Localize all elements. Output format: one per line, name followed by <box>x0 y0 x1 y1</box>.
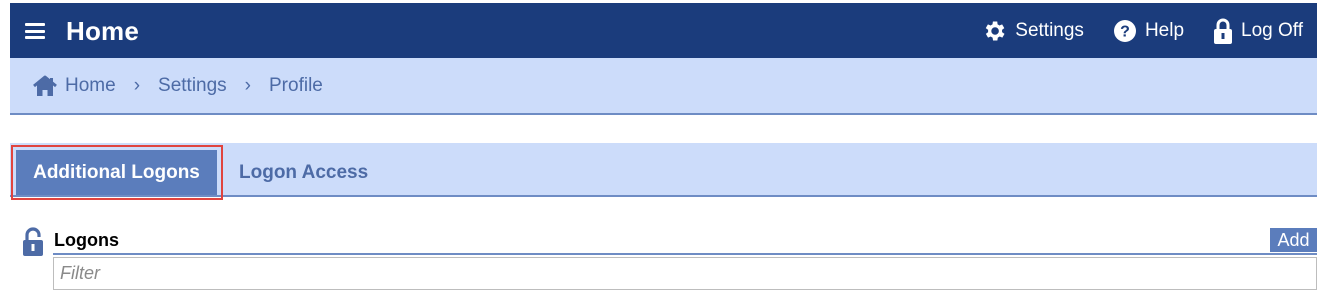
svg-text:?: ? <box>1120 23 1130 40</box>
breadcrumb-profile-label: Profile <box>269 74 323 96</box>
help-link[interactable]: ? Help <box>1113 19 1184 43</box>
chevron-right-icon: › <box>133 74 141 96</box>
breadcrumb-settings[interactable]: Settings <box>158 75 227 97</box>
breadcrumb: Home › Settings › Profile <box>10 58 1317 115</box>
logoff-link[interactable]: Log Off <box>1213 17 1303 45</box>
filter-input[interactable] <box>53 257 1317 290</box>
settings-link[interactable]: Settings <box>981 18 1084 44</box>
add-button[interactable]: Add <box>1270 228 1317 252</box>
tab-additional-logons[interactable]: Additional Logons <box>16 150 217 195</box>
gear-icon <box>986 20 1005 41</box>
tab-logon-access[interactable]: Logon Access <box>239 150 368 195</box>
breadcrumb-settings-label: Settings <box>158 74 227 96</box>
header-actions: Settings ? Help Log Off <box>952 3 1303 58</box>
chevron-right-icon: › <box>244 74 251 96</box>
app-header: Home Settings ? Help Log Off <box>10 3 1317 58</box>
section-divider <box>53 253 1317 255</box>
settings-label: Settings <box>1015 19 1084 41</box>
breadcrumb-home[interactable]: Home <box>32 75 116 97</box>
logoff-label: Log Off <box>1241 19 1303 41</box>
help-circle-icon: ? <box>1113 19 1136 42</box>
open-lock-icon <box>23 227 43 256</box>
house-icon <box>33 75 57 96</box>
help-label: Help <box>1144 19 1185 41</box>
breadcrumb-home-label: Home <box>65 74 116 96</box>
page-title: Home <box>66 16 140 46</box>
section-title: Logons <box>54 230 119 250</box>
breadcrumb-profile[interactable]: Profile <box>269 75 323 97</box>
padlock-icon <box>1214 18 1233 44</box>
hamburger-menu-icon[interactable] <box>25 23 45 39</box>
